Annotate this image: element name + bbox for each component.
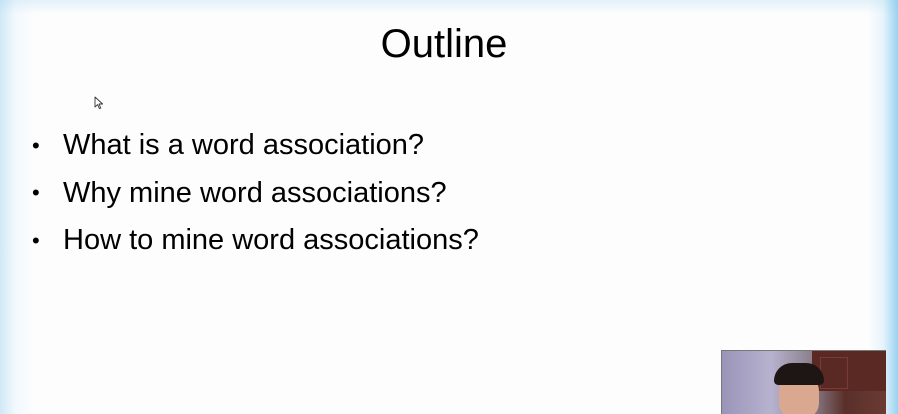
- bullet-item: • How to mine word associations?: [32, 217, 479, 265]
- presenter-hair: [774, 363, 824, 385]
- mouse-pointer-icon: [94, 96, 104, 110]
- bullet-item: • What is a word association?: [32, 122, 479, 170]
- bullet-dot: •: [32, 180, 40, 206]
- bullet-text: What is a word association?: [63, 129, 425, 162]
- slide-title: Outline: [380, 22, 508, 66]
- bullet-dot: •: [32, 132, 40, 158]
- bullet-item: • Why mine word associations?: [32, 170, 479, 218]
- bullet-dot: •: [32, 227, 40, 253]
- bullet-list: • What is a word association? • Why mine…: [32, 122, 479, 265]
- presenter-video: [770, 363, 828, 414]
- top-decoration: [0, 0, 898, 14]
- webcam-overlay: [721, 350, 886, 414]
- bullet-text: Why mine word associations?: [63, 176, 447, 209]
- slide: Outline • What is a word association? • …: [0, 0, 898, 414]
- bullet-text: How to mine word associations?: [63, 224, 479, 257]
